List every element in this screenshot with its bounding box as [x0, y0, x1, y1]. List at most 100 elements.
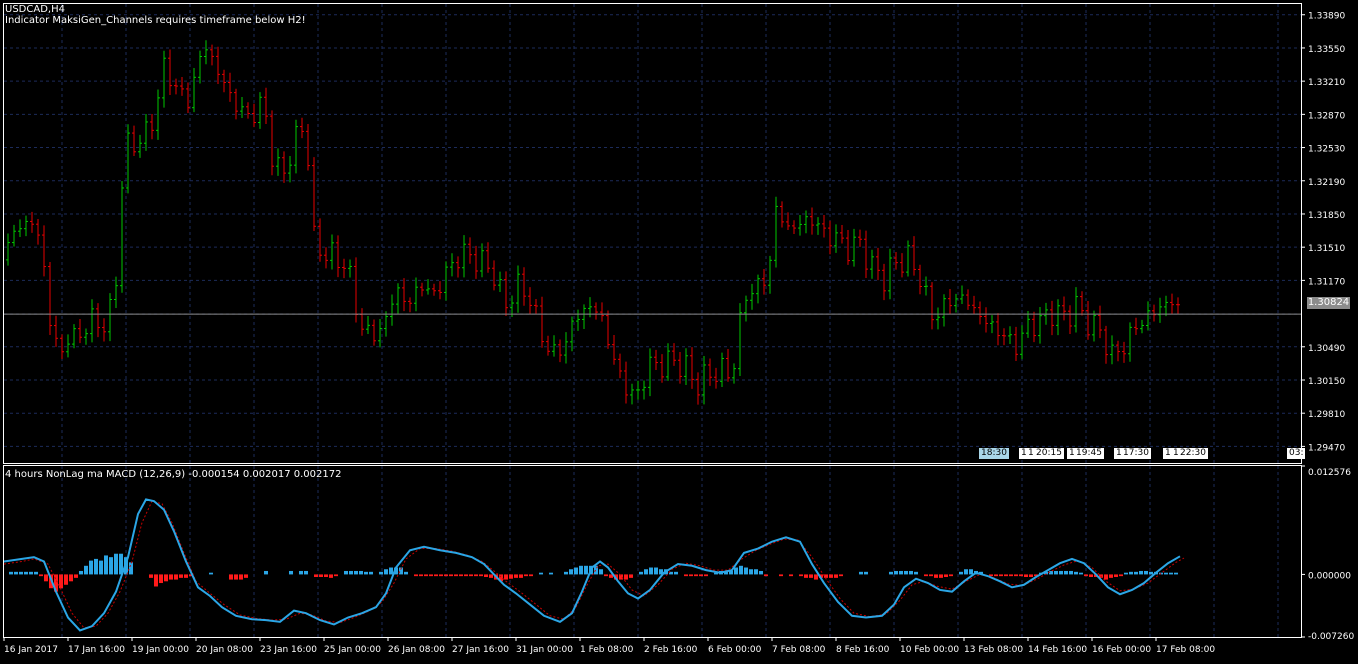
histogram-bar	[999, 574, 1003, 577]
time-label: 17 Jan 16:00	[68, 645, 125, 655]
histogram-bar	[1084, 574, 1088, 577]
histogram-bar	[909, 570, 913, 575]
histogram-bar	[934, 574, 938, 578]
histogram-bar	[739, 565, 743, 575]
histogram-bar	[459, 574, 463, 577]
time-label: 2 Feb 16:00	[644, 645, 698, 655]
histogram-bar	[964, 569, 968, 575]
histogram-bar	[1174, 572, 1178, 575]
histogram-bar	[479, 574, 483, 577]
histogram-bar	[99, 560, 103, 575]
indicator-axis: 0.012576 0.000000 -0.007260	[1301, 465, 1354, 642]
histogram-bar	[1164, 572, 1168, 575]
histogram-bar	[179, 574, 183, 578]
histogram-bar	[29, 571, 33, 575]
indicator-label: -0.007260	[1308, 632, 1354, 642]
price-label: 1.33550	[1308, 45, 1345, 55]
time-label: 26 Jan 08:00	[388, 645, 445, 655]
histogram-bar	[549, 572, 553, 575]
histogram-bar	[824, 574, 828, 578]
indicator-title: 4 hours NonLag ma MACD (12,26,9) -0.0001…	[5, 469, 342, 480]
histogram-bar	[804, 574, 808, 578]
histogram-bar	[574, 567, 578, 575]
time-tag: 19:45	[1074, 448, 1104, 459]
time-label: 31 Jan 00:00	[516, 645, 573, 655]
signal-line	[3, 500, 1185, 629]
histogram-bar	[304, 570, 308, 575]
histogram-bar	[509, 574, 513, 579]
histogram-bar	[104, 555, 108, 575]
histogram-bar	[949, 574, 953, 577]
histogram-bar	[564, 571, 568, 575]
histogram-bar	[59, 574, 63, 589]
histogram-bar	[314, 574, 318, 577]
time-tag: 03:	[1287, 448, 1306, 459]
histogram-bar	[434, 574, 438, 577]
histogram-bar	[344, 570, 348, 575]
histogram-bar	[1024, 574, 1028, 577]
histogram-bar	[839, 574, 843, 577]
histogram-bar	[834, 574, 838, 578]
histogram-bar	[364, 571, 368, 575]
time-tag: 17:30	[1121, 448, 1151, 459]
price-label: 1.30490	[1308, 344, 1345, 354]
chart-window[interactable]: 1.33890 1.33550 1.33210 1.32870 1.32530 1.321…	[0, 0, 1358, 660]
histogram-bar	[419, 574, 423, 577]
histogram-bar	[329, 574, 333, 578]
histogram-bar	[334, 574, 338, 577]
histogram-bar	[969, 569, 973, 575]
histogram-bar	[569, 569, 573, 575]
histogram-bar	[604, 574, 608, 577]
histogram-bar	[1074, 571, 1078, 575]
current-price-tag: 1.30824	[1307, 297, 1350, 309]
histogram-bar	[734, 567, 738, 575]
histogram-bar	[529, 574, 533, 577]
histogram-bar	[319, 574, 323, 577]
price-axis: 1.33890 1.33550 1.33210 1.32870 1.32530 1.321…	[1301, 12, 1345, 453]
histogram-bar	[1149, 571, 1153, 575]
histogram-bar	[114, 553, 118, 575]
time-label: 23 Jan 16:00	[260, 645, 317, 655]
histogram-bar	[539, 572, 543, 575]
histogram-bar	[629, 574, 633, 578]
histogram-bar	[1009, 574, 1013, 577]
histogram-bar	[299, 570, 303, 575]
indicator-label: 0.012576	[1308, 468, 1351, 478]
histogram-bar	[809, 574, 813, 578]
macd-line	[3, 498, 1181, 632]
time-axis: 16 Jan 2017 17 Jan 16:00 19 Jan 00:00 20 Ja…	[3, 637, 1215, 655]
histogram-bar	[584, 565, 588, 575]
histogram-bar	[1069, 570, 1073, 575]
histogram-bar	[389, 567, 393, 575]
histogram-bar	[684, 574, 688, 577]
histogram-bar	[1054, 570, 1058, 575]
histogram-bar	[924, 574, 928, 577]
histogram-bar	[1129, 571, 1133, 575]
histogram-bar	[689, 574, 693, 577]
histogram-bar	[109, 557, 113, 575]
histogram-bar	[759, 570, 763, 575]
histogram-bar	[89, 560, 93, 575]
histogram-bar	[519, 574, 523, 578]
histogram-bar	[154, 574, 158, 587]
indicator-warning: Indicator MaksiGen_Channels requires tim…	[5, 15, 306, 26]
histogram-bar	[1124, 572, 1128, 575]
histogram-bar	[14, 571, 18, 575]
histogram-bar	[1059, 570, 1063, 575]
histogram-bar	[799, 574, 803, 577]
histogram-bar	[524, 574, 528, 577]
histogram-bar	[674, 571, 678, 575]
histogram-bar	[324, 574, 328, 577]
histogram-bar	[1139, 570, 1143, 575]
histogram-bar	[19, 571, 23, 575]
histogram-bar	[1064, 570, 1068, 575]
time-label: 19 Jan 00:00	[132, 645, 189, 655]
histogram-bar	[74, 574, 78, 578]
histogram-bar	[1089, 574, 1093, 577]
histogram-bar	[939, 574, 943, 578]
chart-canvas[interactable]: 1.33890 1.33550 1.33210 1.32870 1.32530 1.321…	[0, 0, 1358, 660]
histogram-bar	[1169, 572, 1173, 575]
histogram-bar	[24, 571, 28, 575]
histogram-bar	[239, 574, 243, 580]
price-label: 1.32870	[1308, 111, 1345, 121]
